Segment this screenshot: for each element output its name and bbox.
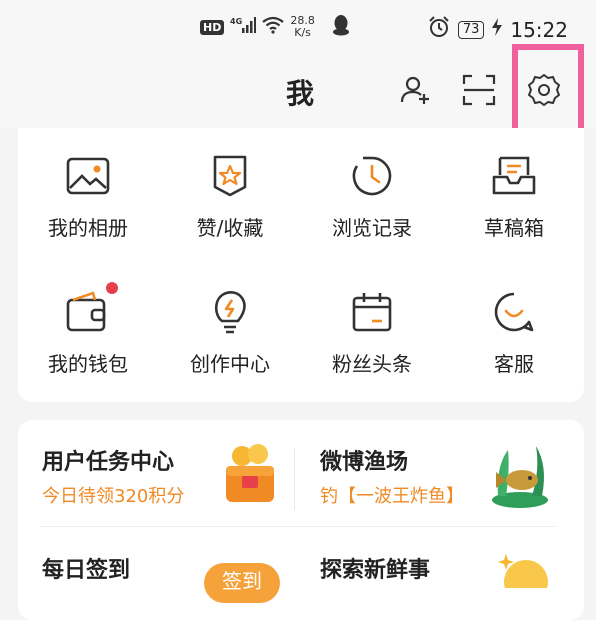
- bookmark-star-icon: [160, 148, 300, 204]
- grid-item-likes[interactable]: 赞/收藏: [160, 148, 300, 241]
- grid-label: 我的相册: [48, 216, 128, 240]
- grid-label: 浏览记录: [332, 216, 412, 240]
- coin-chest-icon: [222, 442, 278, 510]
- task-center-entry[interactable]: 用户任务中心 今日待领320积分: [42, 444, 184, 508]
- add-friend-icon[interactable]: [398, 70, 434, 110]
- page-title: 我: [285, 77, 314, 110]
- daily-signin-entry[interactable]: 每日签到: [42, 552, 130, 584]
- fishing-entry[interactable]: 微博渔场 钓【一波王炸鱼】: [320, 444, 464, 508]
- grid-item-history[interactable]: 浏览记录: [302, 148, 442, 241]
- lightbulb-icon: [160, 284, 300, 340]
- customer-service-icon: [444, 284, 584, 340]
- task-center-title: 用户任务中心: [42, 450, 175, 475]
- network-speed: 28.8 K/s: [290, 15, 315, 39]
- status-bar: HD 4G 28.8 K/s 73 15:22: [0, 0, 596, 58]
- settings-highlight-box: [512, 44, 584, 138]
- grid-label: 客服: [494, 352, 534, 376]
- grid-item-wallet[interactable]: 我的钱包: [18, 282, 158, 377]
- photo-album-icon: [18, 148, 158, 204]
- notification-dot: [106, 282, 118, 294]
- calendar-icon: [302, 284, 442, 340]
- grid-item-customer-service[interactable]: 客服: [444, 284, 584, 377]
- grid-label: 草稿箱: [484, 216, 544, 240]
- grid-label: 粉丝头条: [332, 352, 412, 376]
- horizontal-divider: [40, 526, 556, 527]
- signal-icon: 4G: [230, 16, 257, 38]
- clock-time: 15:22: [510, 17, 568, 42]
- fishing-scene-icon: [488, 436, 552, 514]
- speed-unit: K/s: [294, 26, 311, 39]
- grid-label: 创作中心: [190, 352, 270, 376]
- sparkle-orb-icon: [492, 548, 552, 604]
- grid-item-creator[interactable]: 创作中心: [160, 284, 300, 377]
- charging-icon: [492, 18, 503, 41]
- grid-label: 我的钱包: [48, 352, 128, 376]
- vertical-divider: [294, 448, 295, 510]
- grid-item-fans-headline[interactable]: 粉丝头条: [302, 284, 442, 377]
- wallet-icon: [18, 282, 158, 340]
- wifi-icon: [262, 16, 285, 38]
- history-clock-icon: [302, 148, 442, 204]
- grid-label: 赞/收藏: [196, 216, 264, 240]
- fishing-title: 微博渔场: [320, 450, 409, 475]
- hd-badge: HD: [200, 19, 225, 35]
- battery-indicator: 73: [457, 20, 485, 39]
- svg-text:4G: 4G: [230, 17, 242, 26]
- signin-button[interactable]: 签到: [204, 563, 280, 603]
- task-center-subtitle: 今日待领320积分: [42, 486, 185, 507]
- alarm-icon: [428, 16, 450, 43]
- scan-icon[interactable]: [461, 70, 497, 110]
- explore-entry[interactable]: 探索新鲜事: [320, 552, 430, 584]
- grid-item-album[interactable]: 我的相册: [18, 148, 158, 241]
- qq-icon: [331, 14, 351, 40]
- drafts-tray-icon: [444, 148, 584, 204]
- status-right: 73 15:22: [428, 16, 568, 43]
- status-left: HD 4G 28.8 K/s: [200, 14, 351, 40]
- signin-title: 每日签到: [42, 558, 131, 583]
- explore-title: 探索新鲜事: [320, 558, 431, 583]
- grid-item-drafts[interactable]: 草稿箱: [444, 148, 584, 241]
- fishing-subtitle: 钓【一波王炸鱼】: [320, 486, 464, 507]
- header: 我: [0, 58, 596, 128]
